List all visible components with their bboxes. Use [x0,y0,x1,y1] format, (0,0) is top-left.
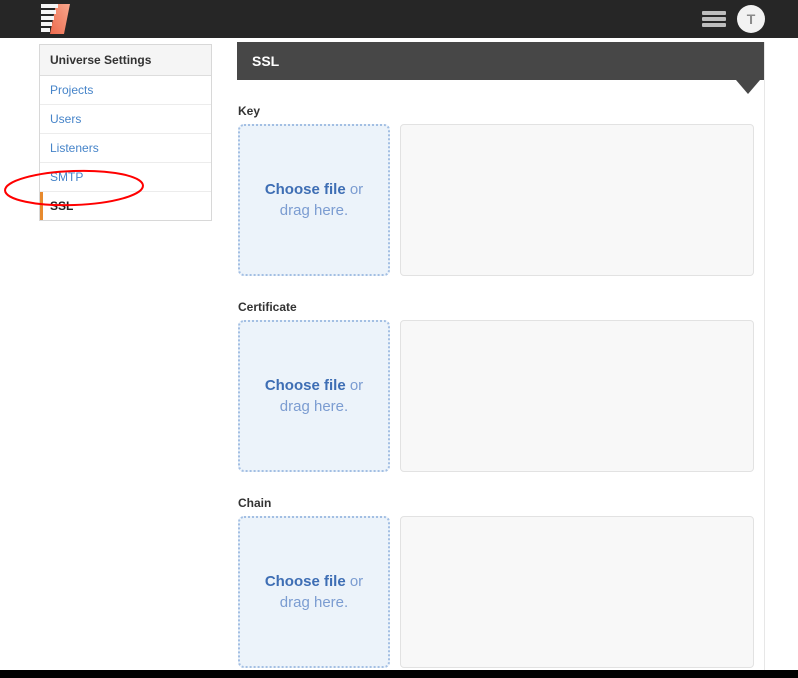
key-content-field[interactable] [400,124,754,276]
certificate-dropzone[interactable]: Choose file or drag here. [238,320,390,472]
chain-section: Chain Choose file or drag here. [238,496,754,668]
panel-body: Key Choose file or drag here. Certificat… [237,80,764,678]
sidebar-item-projects[interactable]: Projects [40,76,211,105]
key-dropzone[interactable]: Choose file or drag here. [238,124,390,276]
dropzone-text: Choose file or drag here. [255,179,373,221]
hamburger-menu-icon[interactable] [702,11,726,27]
caret-down-icon [736,80,760,94]
certificate-content-field[interactable] [400,320,754,472]
universe-logo-icon [38,3,74,35]
certificate-section: Certificate Choose file or drag here. [238,300,754,472]
key-section: Key Choose file or drag here. [238,104,754,276]
dropzone-text: Choose file or drag here. [255,375,373,417]
chain-content-field[interactable] [400,516,754,668]
key-label: Key [238,104,754,118]
ssl-panel: SSL Key Choose file or drag here. Cert [237,42,765,670]
topbar: T [0,0,798,38]
chain-dropzone[interactable]: Choose file or drag here. [238,516,390,668]
bottom-border [0,670,798,678]
dropzone-text: Choose file or drag here. [255,571,373,613]
app-window: T Universe Settings Projects Users Liste… [0,0,798,678]
sidebar-item-users[interactable]: Users [40,105,211,134]
sidebar-item-smtp[interactable]: SMTP [40,163,211,192]
page-title: SSL [252,53,279,69]
chain-label: Chain [238,496,754,510]
avatar-initial: T [747,11,756,27]
panel-header: SSL [237,42,764,80]
sidebar-title: Universe Settings [40,45,211,76]
sidebar-item-listeners[interactable]: Listeners [40,134,211,163]
certificate-label: Certificate [238,300,754,314]
settings-sidebar: Universe Settings Projects Users Listene… [39,44,212,221]
user-avatar[interactable]: T [737,5,765,33]
sidebar-item-ssl[interactable]: SSL [40,192,211,220]
